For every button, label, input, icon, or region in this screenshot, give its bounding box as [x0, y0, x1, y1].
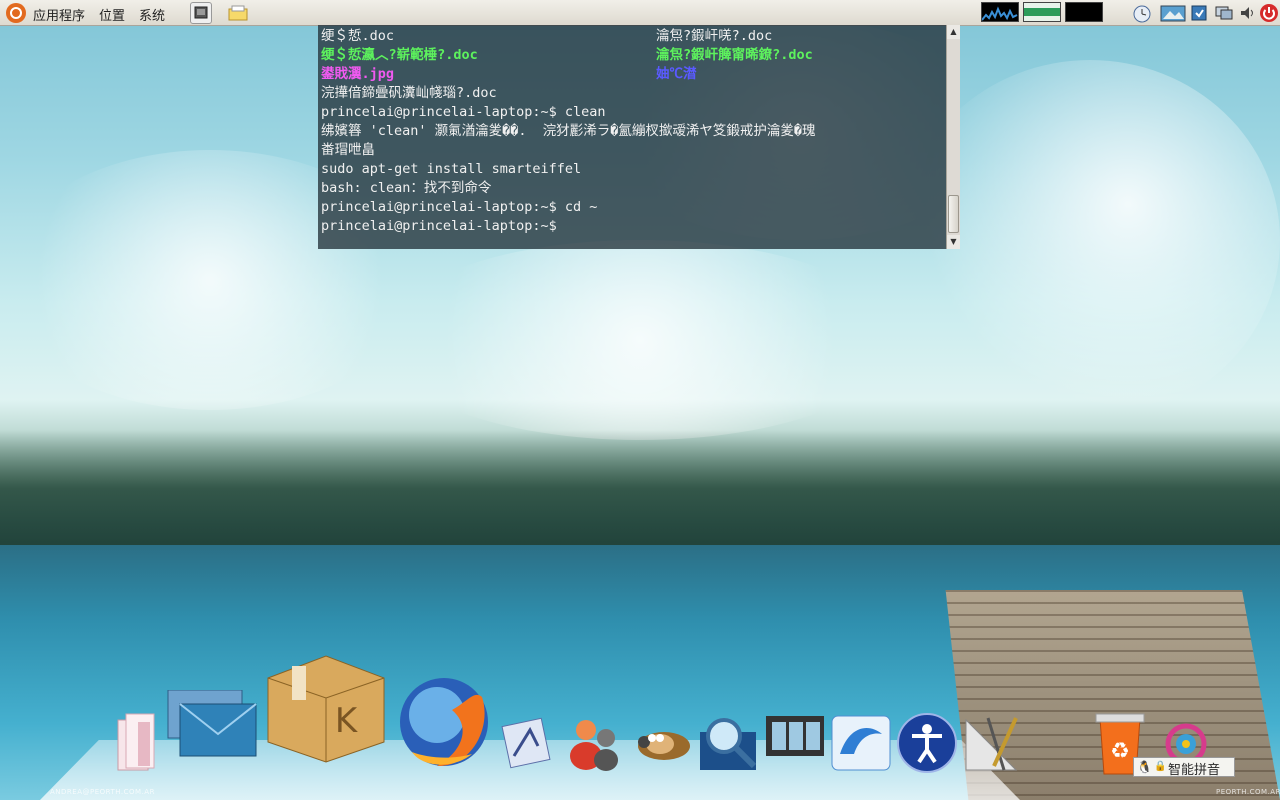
terminal-line: 绋嬪簭 'clean' 灏氭湭瀹夎��. 浣犲彲浠ラ�氳繃杈撳叆浠ヤ笅鍛戒护瀹夎… [321, 123, 816, 139]
directory-entry: 妯℃澘 [656, 66, 697, 82]
firefox-icon[interactable] [392, 672, 496, 772]
package-icon[interactable]: K [264, 652, 386, 764]
terminal-line: 鍙戝瀷.jpg 妯℃澘 [321, 65, 946, 84]
file-entry: 鍙戝瀷.jpg [321, 66, 395, 82]
file-entry: 瀹炰?鍜屽唴?.doc [656, 28, 773, 44]
terminal-output[interactable]: 绠＄悊.doc 瀹炰?鍜屽唴?.doc 绠＄悊瀛︿?崭範棰?.doc 瀹炰?鍜屽簲甯… [321, 27, 946, 236]
terminal-line: princelai@princelai-laptop:~$ clean [321, 104, 606, 120]
office-icon[interactable] [830, 714, 892, 772]
lock-icon: 🔒 [1154, 761, 1167, 772]
files-icon[interactable] [112, 712, 160, 774]
file-entry: 绠＄悊瀛︿?崭範棰?.doc [321, 47, 478, 63]
terminal-prompt: princelai@princelai-laptop:~$ [321, 218, 557, 234]
top-panel: 应用程序 位置 系统 [0, 0, 1280, 26]
clock-icon[interactable] [1131, 3, 1151, 23]
treeline [0, 430, 1280, 560]
geometry-icon[interactable] [962, 712, 1024, 774]
chat-icon[interactable] [564, 716, 622, 772]
terminal-scrollbar[interactable]: ▲ ▼ [946, 25, 960, 249]
scroll-down-icon[interactable]: ▼ [947, 235, 960, 249]
cpu-monitor[interactable] [981, 2, 1019, 22]
power-icon[interactable] [1259, 3, 1279, 23]
svg-text:♻: ♻ [1110, 739, 1130, 764]
terminal-line: bash: clean：找不到命令 [321, 180, 492, 196]
terminal-line: sudo apt-get install smarteiffel [321, 161, 582, 177]
watermark-right: PEORTH.COM.AR [1216, 788, 1280, 796]
watermark-left: ANDREA@PEORTH.COM.AR [50, 788, 155, 796]
scroll-up-icon[interactable]: ▲ [947, 25, 960, 39]
menu-applications[interactable]: 应用程序 [33, 5, 85, 24]
file-entry: 瀹炰?鍜屽簲甯晞鐐?.doc [656, 47, 813, 63]
terminal-line: 浣撶偣鍗曡矾瀵屾帴瑙?.doc [321, 85, 497, 101]
update-icon[interactable] [1189, 3, 1209, 23]
volume-icon[interactable] [1238, 3, 1258, 23]
ime-bar[interactable]: 🐧 🔒 智能拼音 [1133, 757, 1235, 778]
accessibility-icon[interactable] [896, 712, 958, 774]
terminal-launcher-icon[interactable] [190, 2, 212, 24]
weather-icon[interactable] [1160, 3, 1186, 23]
file-entry: 绠＄悊.doc [321, 28, 395, 44]
terminal-window[interactable]: 绠＄悊.doc 瀹炰?鍜屽唴?.doc 绠＄悊瀛︿?崭範棰?.doc 瀹炰?鍜屽簲甯… [318, 25, 960, 249]
penguin-icon: 🐧 [1137, 760, 1152, 774]
memory-monitor[interactable] [1023, 2, 1061, 22]
search-icon[interactable] [698, 714, 760, 772]
menu-places[interactable]: 位置 [99, 5, 125, 24]
svg-text:K: K [335, 701, 359, 741]
ubuntu-logo-icon[interactable] [6, 3, 26, 23]
terminal-line: princelai@princelai-laptop:~$ cd ~ [321, 199, 598, 215]
notes-launcher-icon[interactable] [227, 3, 249, 23]
network-icon[interactable] [1214, 3, 1234, 23]
terminal-line: 绠＄悊.doc 瀹炰?鍜屽唴?.doc [321, 27, 946, 46]
cloud [380, 240, 900, 440]
ime-label: 智能拼音 [1168, 763, 1221, 778]
scroll-thumb[interactable] [948, 195, 959, 233]
menu-system[interactable]: 系统 [139, 5, 165, 24]
terminal-line: 畨瑁呭畠 [321, 142, 375, 158]
video-icon[interactable] [764, 712, 826, 758]
terminal-line: 绠＄悊瀛︿?崭範棰?.doc 瀹炰?鍜屽簲甯晞鐐?.doc [321, 46, 946, 65]
mail-icon[interactable] [166, 689, 260, 760]
network-monitor[interactable] [1065, 2, 1103, 22]
gimp-icon[interactable] [630, 722, 694, 766]
mail-client-icon[interactable] [500, 716, 556, 772]
